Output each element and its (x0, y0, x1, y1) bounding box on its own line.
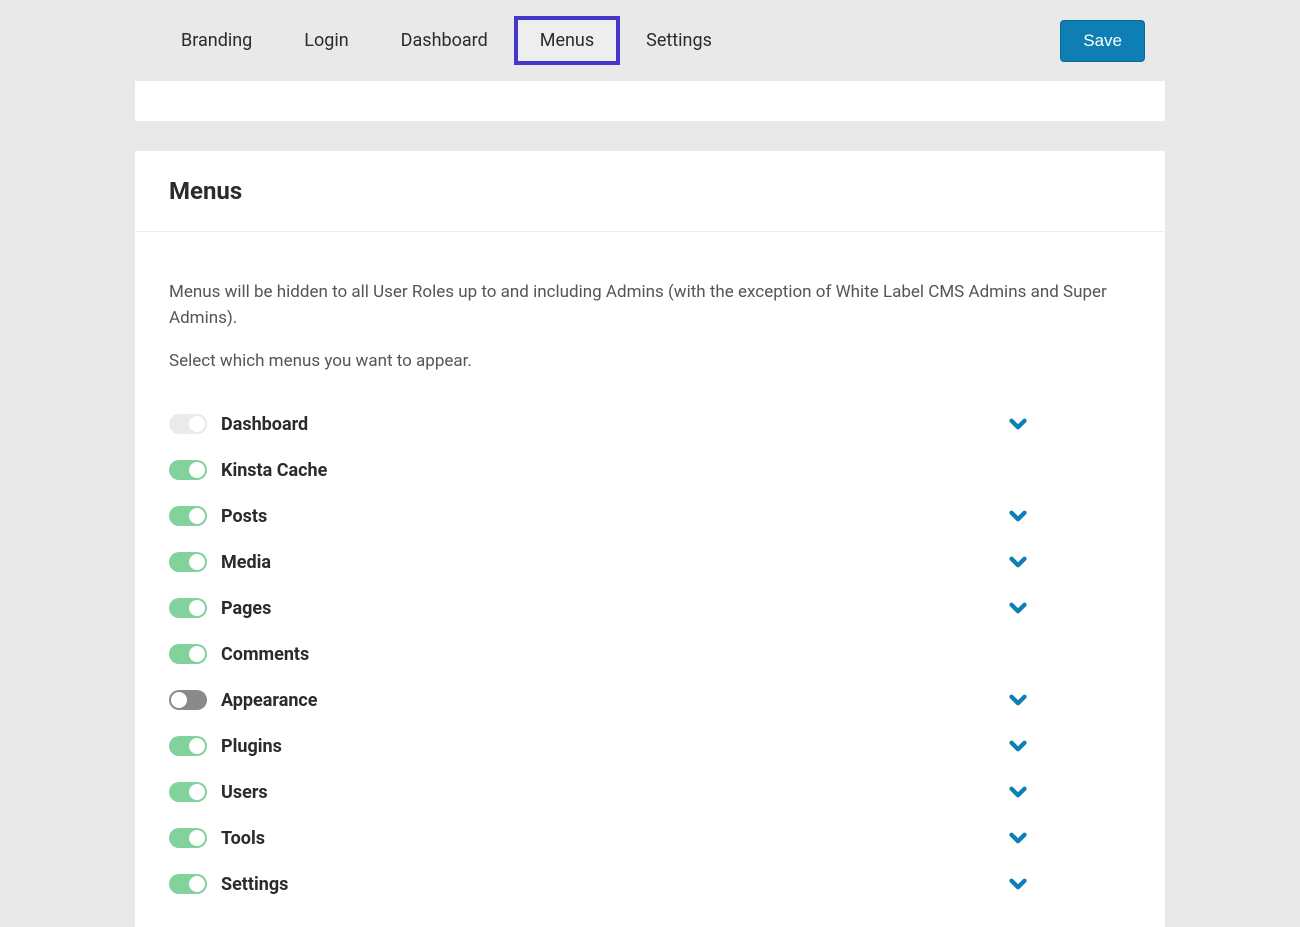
toggle-appearance[interactable] (169, 690, 207, 710)
menu-label: Dashboard (221, 414, 308, 435)
tab-menus[interactable]: Menus (514, 16, 620, 65)
menu-row-media: Media (169, 539, 1131, 585)
save-button[interactable]: Save (1060, 20, 1145, 62)
chevron-down-icon[interactable] (1005, 733, 1031, 759)
menu-label: Posts (221, 506, 267, 527)
menu-label: Tools (221, 828, 265, 849)
menu-label: Plugins (221, 736, 282, 757)
menu-row-pages: Pages (169, 585, 1131, 631)
tab-settings[interactable]: Settings (620, 16, 738, 65)
panel-body: Menus will be hidden to all User Roles u… (135, 232, 1165, 927)
menu-row-posts: Posts (169, 493, 1131, 539)
chevron-down-icon[interactable] (1005, 825, 1031, 851)
chevron-down-icon[interactable] (1005, 687, 1031, 713)
menu-row-tools: Tools (169, 815, 1131, 861)
toggle-dashboard[interactable] (169, 414, 207, 434)
tab-dashboard[interactable]: Dashboard (375, 16, 514, 65)
toggle-plugins[interactable] (169, 736, 207, 756)
menu-row-settings: Settings (169, 861, 1131, 907)
panel-title: Menus (169, 177, 1131, 205)
chevron-down-icon[interactable] (1005, 549, 1031, 575)
menu-label: Kinsta Cache (221, 460, 327, 481)
chevron-down-icon[interactable] (1005, 779, 1031, 805)
menu-row-dashboard: Dashboard (169, 401, 1131, 447)
menu-label: Appearance (221, 690, 318, 711)
toggle-tools[interactable] (169, 828, 207, 848)
toggle-pages[interactable] (169, 598, 207, 618)
menu-label: Media (221, 552, 271, 573)
panel-header: Menus (135, 151, 1165, 232)
menu-row-plugins: Plugins (169, 723, 1131, 769)
panel-instruction: Select which menus you want to appear. (169, 351, 1131, 371)
panel-description: Menus will be hidden to all User Roles u… (169, 280, 1131, 331)
tab-login[interactable]: Login (278, 16, 374, 65)
menu-label: Comments (221, 644, 309, 665)
menu-row-users: Users (169, 769, 1131, 815)
tab-list: BrandingLoginDashboardMenusSettings (155, 16, 738, 65)
toggle-settings[interactable] (169, 874, 207, 894)
toggle-users[interactable] (169, 782, 207, 802)
toggle-media[interactable] (169, 552, 207, 572)
menu-label: Pages (221, 598, 271, 619)
toggle-comments[interactable] (169, 644, 207, 664)
menus-panel: Menus Menus will be hidden to all User R… (135, 151, 1165, 927)
chevron-down-icon[interactable] (1005, 411, 1031, 437)
chevron-down-icon[interactable] (1005, 595, 1031, 621)
tab-branding[interactable]: Branding (155, 16, 278, 65)
top-bar: BrandingLoginDashboardMenusSettings Save (135, 0, 1165, 75)
toggle-posts[interactable] (169, 506, 207, 526)
menu-list: Dashboard Kinsta Cache Posts Media Pages Comm… (169, 401, 1131, 907)
previous-panel-stub (135, 81, 1165, 121)
toggle-kinsta-cache[interactable] (169, 460, 207, 480)
menu-row-appearance: Appearance (169, 677, 1131, 723)
chevron-down-icon[interactable] (1005, 503, 1031, 529)
chevron-down-icon[interactable] (1005, 871, 1031, 897)
menu-row-kinsta-cache: Kinsta Cache (169, 447, 1131, 493)
menu-row-comments: Comments (169, 631, 1131, 677)
menu-label: Settings (221, 874, 288, 895)
menu-label: Users (221, 782, 268, 803)
